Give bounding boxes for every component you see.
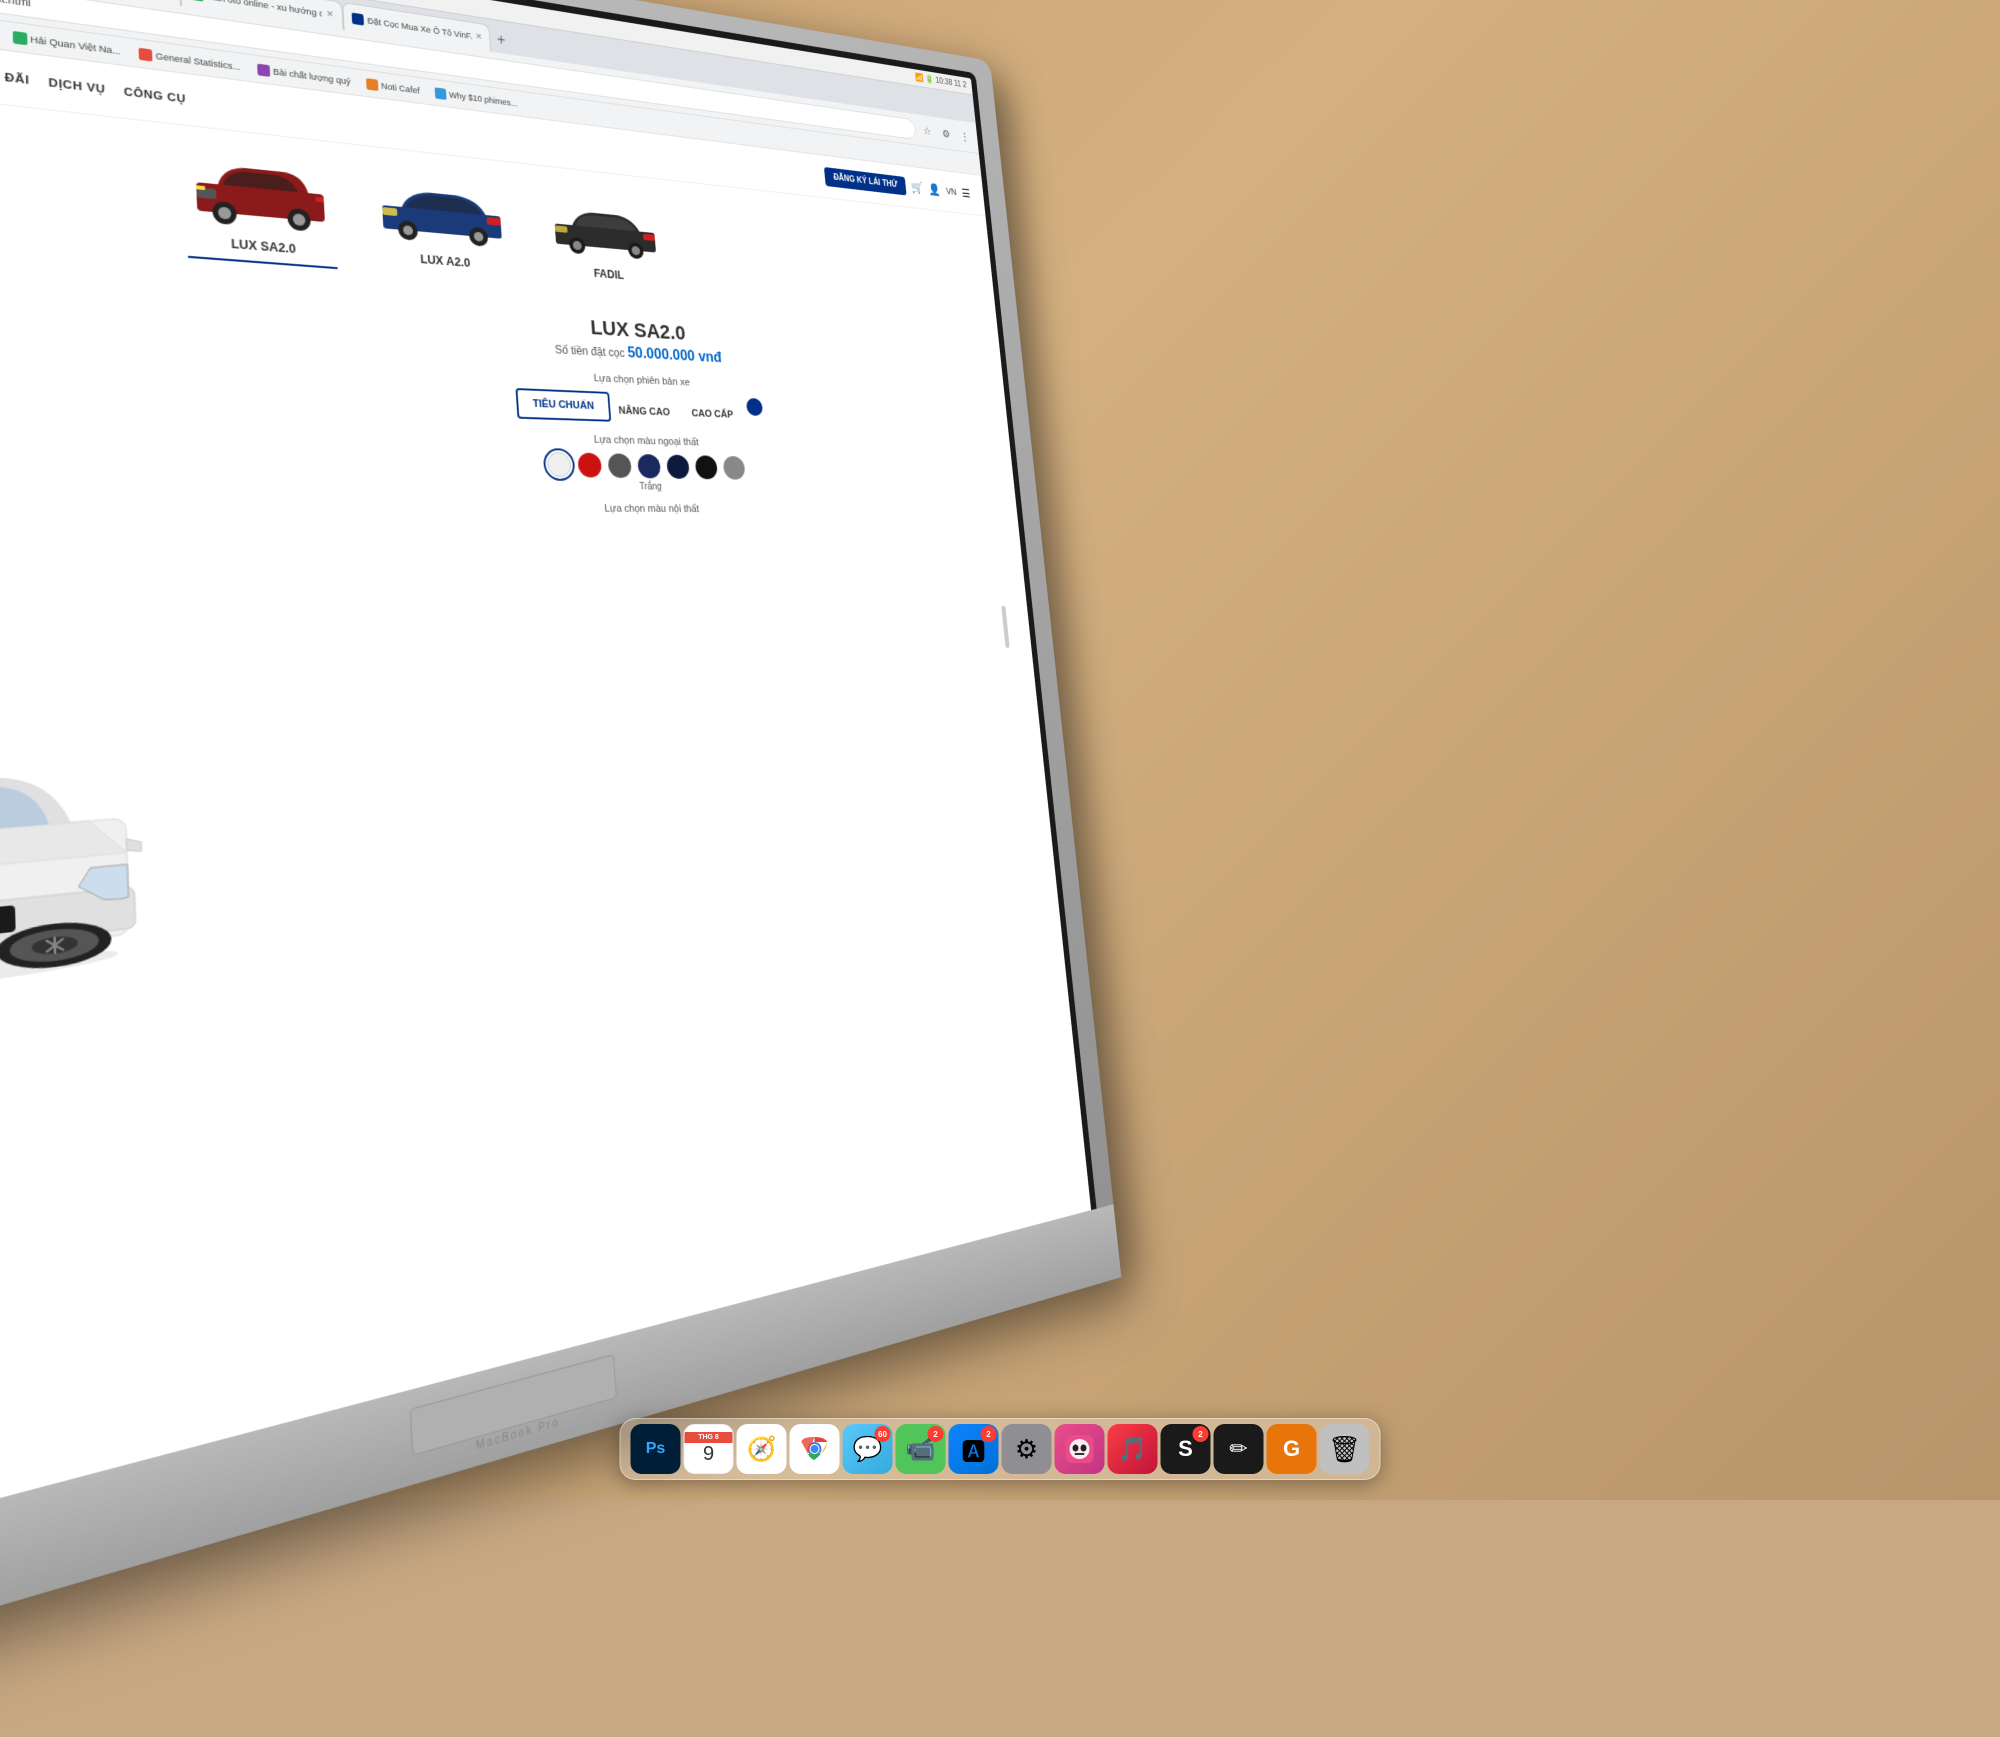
nav-uu-dai[interactable]: ƯU ĐÃI [0, 68, 30, 87]
nav-dich-vu[interactable]: DỊCH VỤ [48, 76, 105, 95]
bookmark-favicon-5 [257, 63, 270, 76]
color-gray[interactable] [607, 453, 632, 478]
calendar-date: 9 [703, 1443, 714, 1466]
dock-chrome[interactable] [790, 1424, 840, 1474]
safari-icon: 🧭 [747, 1435, 777, 1464]
calendar-month: THG 8 [685, 1432, 733, 1443]
car-name-fadil: FADIL [593, 267, 624, 282]
tab-favicon-3 [190, 0, 203, 1]
scroll-indicator [746, 398, 763, 416]
facetime-badge: 2 [928, 1426, 944, 1442]
music-icon: 🎵 [1118, 1435, 1148, 1464]
bookmark-star[interactable]: ☆ [919, 121, 936, 140]
new-tab-button[interactable]: + [490, 27, 513, 55]
car-underline-lux-sa2 [188, 256, 338, 269]
preferences-icon: ⚙ [1015, 1434, 1038, 1465]
car-item-lux-a2[interactable]: LUX A2.0 [372, 166, 512, 283]
g-app-icon: G [1283, 1436, 1300, 1462]
color-lightgray[interactable] [723, 456, 746, 480]
pen-icon: ✏ [1229, 1436, 1247, 1462]
bookmark-label-7: Why $10 phimes... [449, 90, 518, 108]
dock-music[interactable]: 🎵 [1108, 1424, 1158, 1474]
bookmark-favicon-6 [366, 78, 378, 91]
finder-icon [1066, 1435, 1094, 1463]
chrome-icon [799, 1433, 831, 1465]
dock-appstore[interactable]: 🅰 2 [949, 1424, 999, 1474]
car-svg-fadil [541, 184, 667, 268]
tab-close-3[interactable]: ✕ [326, 9, 334, 21]
tab-favicon-4 [351, 12, 363, 25]
scroll-handle[interactable] [1001, 606, 1009, 648]
dock-messages[interactable]: 💬 60 [843, 1424, 893, 1474]
hamburger-menu-icon[interactable]: ☰ [961, 186, 971, 200]
color-darkblue2[interactable] [666, 455, 690, 479]
language-selector[interactable]: VN [946, 186, 957, 197]
time-display: 10:38 11 2 [935, 76, 967, 89]
deposit-amount: 50.000.000 vnđ [627, 345, 722, 366]
battery-icon: 🔋 [925, 75, 934, 85]
dock-calendar[interactable]: THG 8 9 [684, 1424, 734, 1474]
car-svg-lux-a2 [372, 166, 510, 254]
dock-finder[interactable] [1055, 1424, 1105, 1474]
bookmark-favicon-7 [435, 87, 447, 100]
dock-trash[interactable]: 🗑 [1320, 1424, 1370, 1474]
car-image-lux-a2 [372, 166, 510, 254]
user-icon[interactable]: 👤 [928, 182, 941, 197]
interior-color-label: Lựa chọn màu nội thất [207, 501, 997, 516]
car-item-fadil[interactable]: FADIL [541, 184, 669, 294]
car-name-lux-a2: LUX A2.0 [420, 252, 471, 269]
header-right: ĐĂNG KÝ LÁI THỬ 🛒 👤 VN ☰ [824, 167, 971, 203]
dock-g-app[interactable]: G [1267, 1424, 1317, 1474]
dock: Ps THG 8 9 🧭 💬 60 📹 2 🅰 2 [620, 1418, 1381, 1480]
sketchbook-badge: 2 [1193, 1426, 1209, 1442]
car-image-fadil [541, 184, 667, 268]
version-tieu-chuan[interactable]: TIÊU CHUẨN [515, 388, 611, 422]
large-car-svg: VF LUX SA2.0 [0, 713, 167, 1030]
dock-safari[interactable]: 🧭 [737, 1424, 787, 1474]
car-name-lux-sa2: LUX SA2.0 [231, 237, 296, 256]
bookmark-label-5: Bài chất lượng quý [273, 66, 351, 86]
bookmark-favicon-4 [138, 47, 152, 61]
address-text: fastauto.com/vn_vi/vinfast-cars-deposit.… [0, 0, 31, 10]
dock-facetime[interactable]: 📹 2 [896, 1424, 946, 1474]
bookmark-label-4: General Statistics... [155, 50, 240, 71]
dock-pen[interactable]: ✏ [1214, 1424, 1264, 1474]
menu-dots-button[interactable]: ⋮ [957, 127, 973, 146]
tab-close-4[interactable]: ✕ [475, 31, 483, 42]
color-black[interactable] [695, 455, 718, 479]
wifi-icon: 📶 [915, 73, 924, 83]
car-item-lux-sa2[interactable]: LUX SA2.0 [184, 146, 338, 270]
color-white[interactable] [546, 452, 571, 477]
deposit-label: Số tiền đặt cọc [554, 343, 625, 360]
bookmark-label-3: Hải Quan Việt Na... [30, 34, 121, 56]
dock-sketchbook[interactable]: S 2 [1161, 1424, 1211, 1474]
appstore-badge: 2 [981, 1426, 997, 1442]
cart-icon[interactable]: 🛒 [911, 180, 924, 195]
laptop-wrapper:  Sửa Xem Nhật ký Dấu trang Hồ sơ Thẻ Cử… [0, 0, 1352, 1434]
sketchbook-icon: S [1178, 1436, 1193, 1462]
car-image-lux-sa2 [184, 146, 337, 240]
dock-preferences[interactable]: ⚙ [1002, 1424, 1052, 1474]
register-test-drive-button[interactable]: ĐĂNG KÝ LÁI THỬ [824, 167, 907, 196]
dock-photoshop[interactable]: Ps [631, 1424, 681, 1474]
version-nang-cao[interactable]: NÂNG CAO [617, 392, 670, 423]
trash-icon: 🗑 [1328, 1434, 1361, 1465]
bookmark-favicon-3 [12, 30, 27, 44]
car-svg-lux-sa2 [184, 146, 337, 240]
photoshop-icon: Ps [646, 1440, 666, 1458]
large-car-image: VF LUX SA2.0 [0, 713, 167, 1030]
color-red[interactable] [577, 453, 602, 478]
bookmark-label-6: Noti Cafef [381, 81, 420, 95]
extensions-button[interactable]: ⚙ [938, 124, 955, 143]
messages-badge: 60 [875, 1426, 891, 1442]
version-cao-cap[interactable]: CAO CẤP [690, 395, 734, 425]
color-darkblue1[interactable] [637, 454, 661, 479]
nav-cong-cu[interactable]: CÔNG CỤ [124, 86, 187, 106]
